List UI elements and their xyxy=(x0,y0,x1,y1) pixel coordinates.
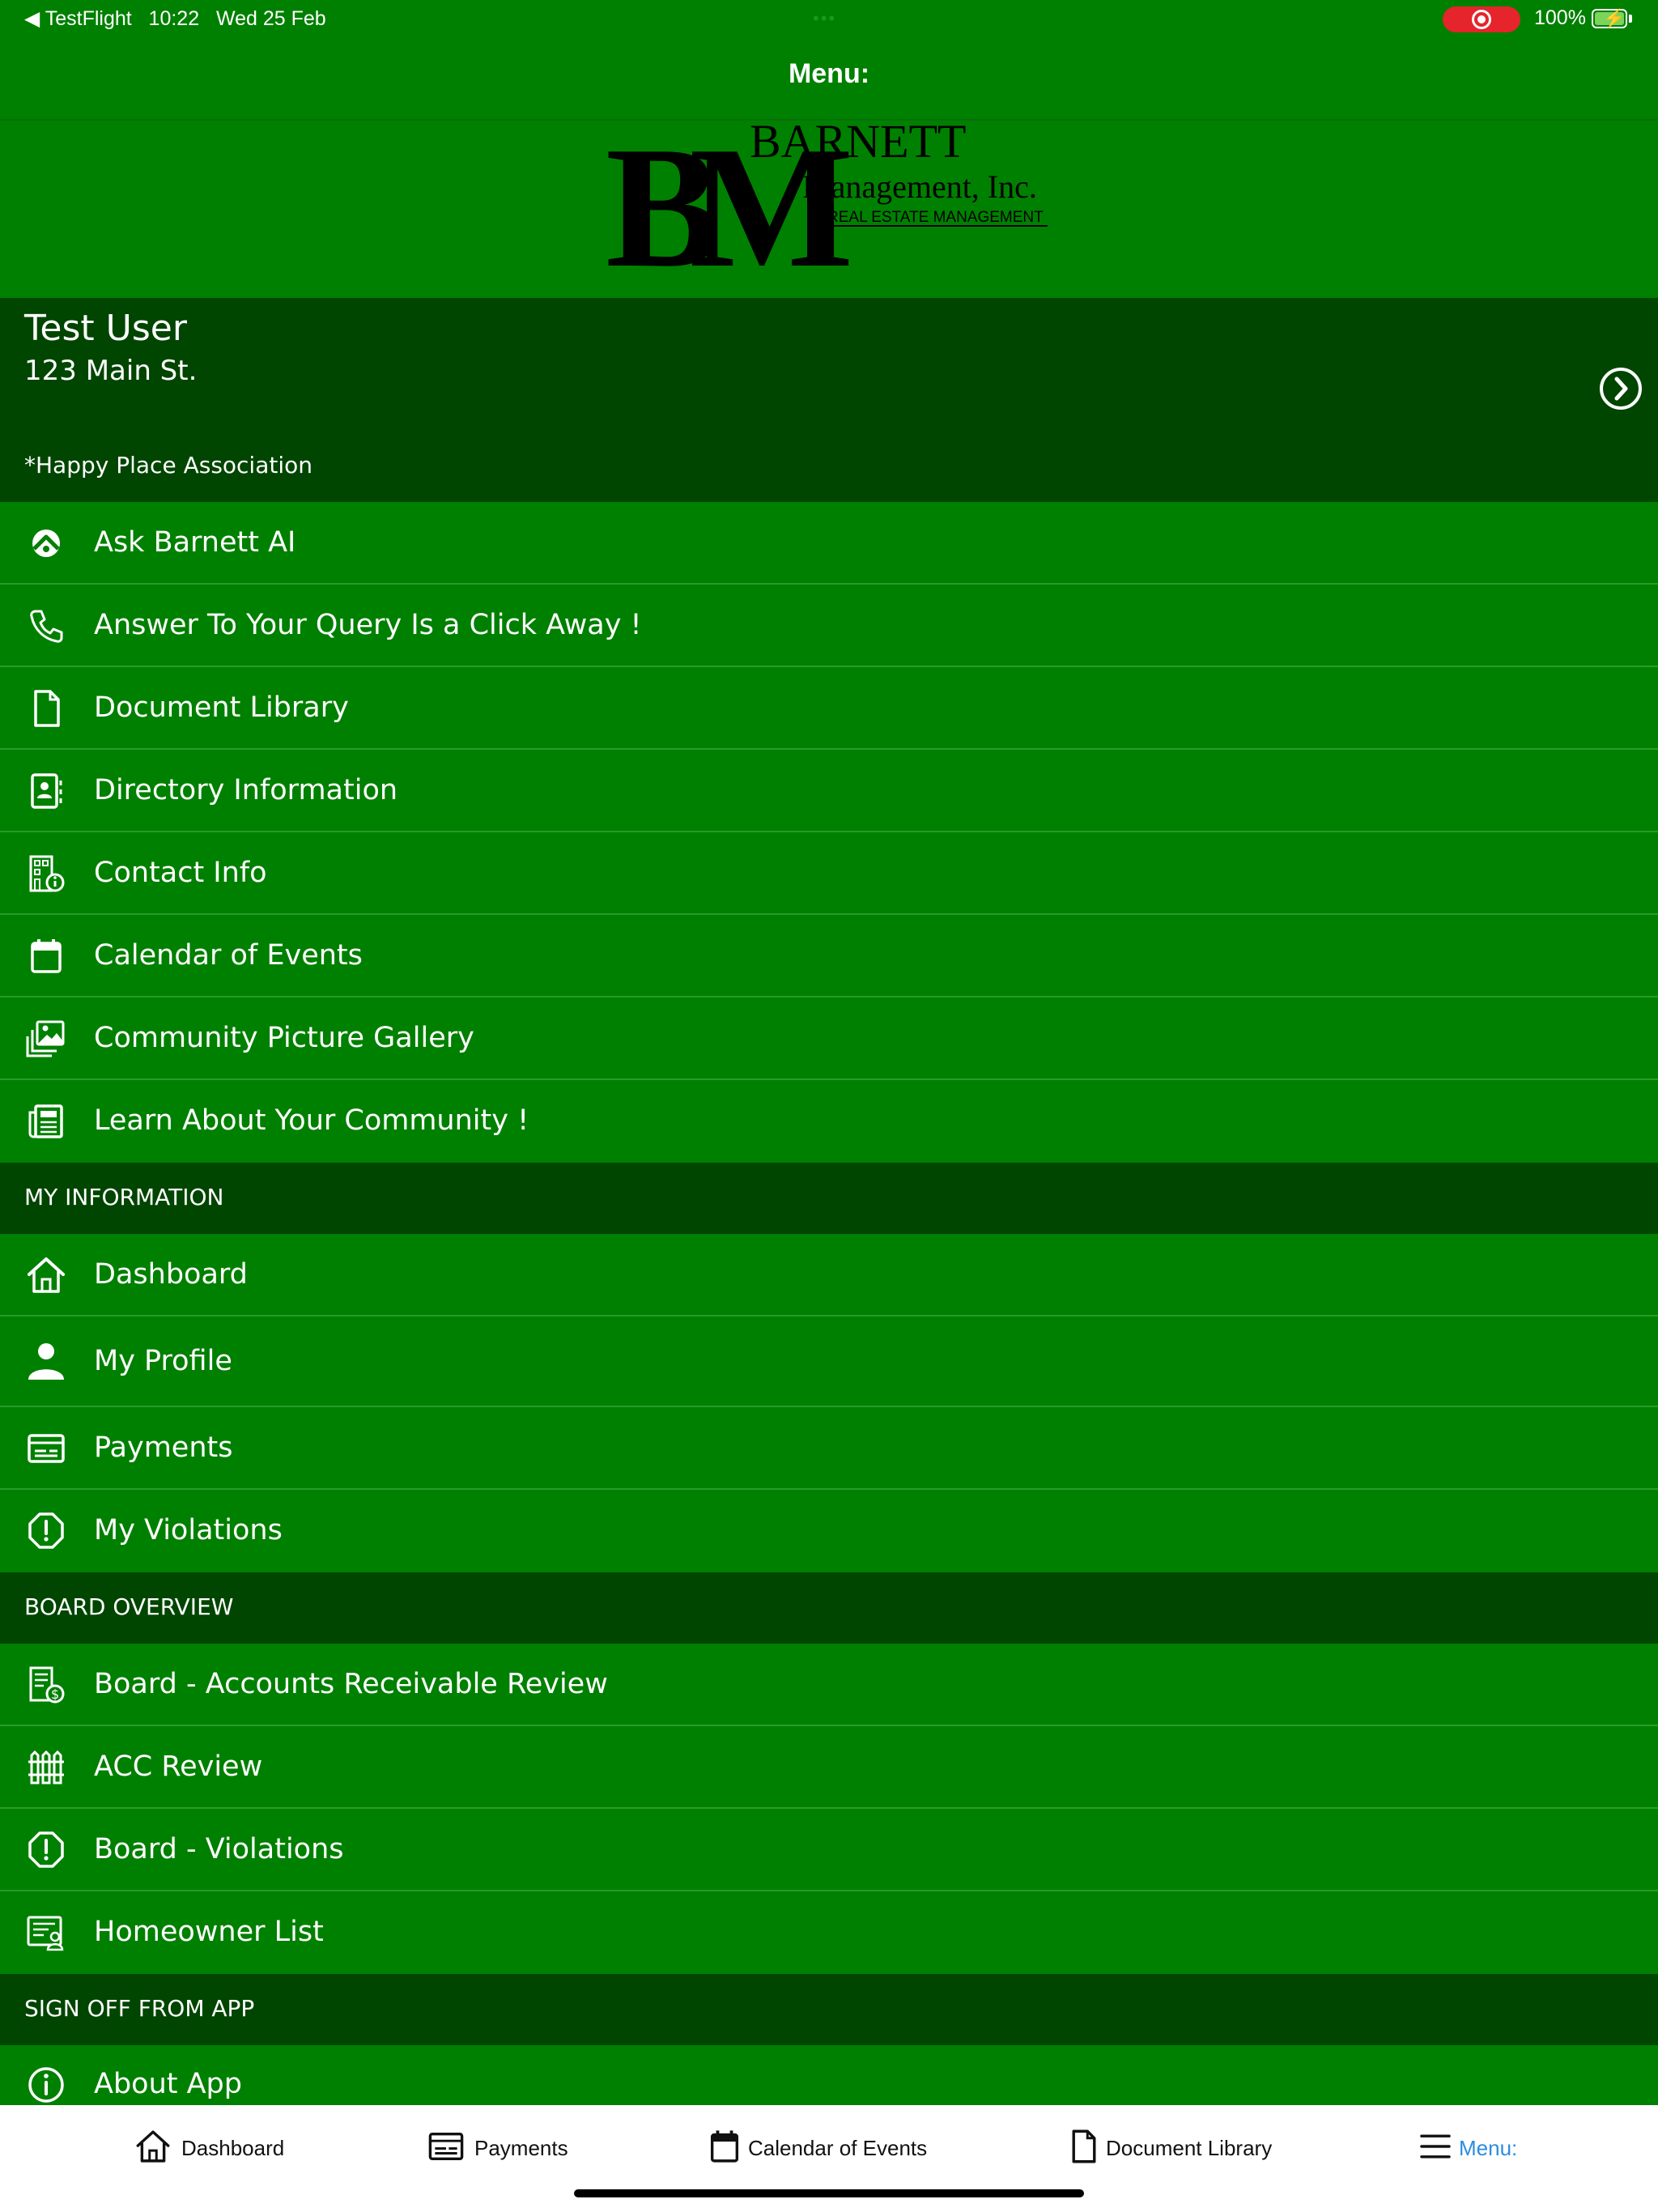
menu-item-answer-query[interactable]: Answer To Your Query Is a Click Away ! xyxy=(0,585,1658,667)
homeowner-list-icon xyxy=(27,1916,64,1951)
menu-item-label: Payments xyxy=(94,1431,233,1464)
calendar-icon xyxy=(710,2130,739,2163)
menu-item-label: Board - Violations xyxy=(94,1833,344,1865)
section-title: *Happy Place Association xyxy=(24,452,313,479)
multitask-dots-icon[interactable]: ••• xyxy=(813,8,836,29)
page-title: Menu: xyxy=(788,58,870,89)
menu-item-ask-barnett-ai[interactable]: Ask Barnett AI xyxy=(0,502,1658,585)
menu-item-label: Homeowner List xyxy=(94,1916,324,1948)
payment-card-icon xyxy=(28,1434,65,1463)
building-info-icon xyxy=(29,855,65,892)
section-header-my-information: MY INFORMATION xyxy=(0,1163,1658,1234)
menu-item-board-violations[interactable]: Board - Violations xyxy=(0,1809,1658,1891)
user-name: Test User xyxy=(24,308,187,349)
status-bar: ◀ TestFlight 10:22 Wed 25 Feb ••• 100% ⚡ xyxy=(0,0,1658,39)
menu-item-directory-information[interactable]: Directory Information xyxy=(0,750,1658,832)
menu-item-label: ACC Review xyxy=(94,1750,263,1783)
calendar-icon xyxy=(31,939,62,973)
menu-item-label: Contact Info xyxy=(94,857,267,889)
section-header-sign-off: SIGN OFF FROM APP xyxy=(0,1974,1658,2045)
document-icon xyxy=(1072,2129,1096,2163)
ai-icon xyxy=(32,530,60,557)
menu-item-accounts-receivable-review[interactable]: $ Board - Accounts Receivable Review xyxy=(0,1644,1658,1726)
fence-icon xyxy=(28,1750,64,1784)
hamburger-menu-icon xyxy=(1420,2134,1451,2159)
newspaper-icon xyxy=(28,1104,63,1138)
section-title: BOARD OVERVIEW xyxy=(24,1593,234,1620)
status-time: 10:22 xyxy=(148,7,200,30)
user-panel[interactable] xyxy=(0,298,1658,431)
status-left[interactable]: ◀ TestFlight 10:22 Wed 25 Feb xyxy=(24,6,326,31)
menu-item-community-picture-gallery[interactable]: Community Picture Gallery xyxy=(0,998,1658,1080)
menu-item-dashboard[interactable]: Dashboard xyxy=(0,1234,1658,1317)
menu-item-label: About App xyxy=(94,2068,242,2100)
section-header-association: *Happy Place Association xyxy=(0,431,1658,502)
menu-item-label: Community Picture Gallery xyxy=(94,1022,474,1054)
tab-label: Document Library xyxy=(1106,2136,1273,2160)
tab-label: Dashboard xyxy=(181,2136,285,2160)
menu-item-label: My Violations xyxy=(94,1514,283,1546)
menu-item-label: Directory Information xyxy=(94,774,398,806)
menu-item-document-library[interactable]: Document Library xyxy=(0,667,1658,750)
menu-item-label: Answer To Your Query Is a Click Away ! xyxy=(94,609,642,641)
document-icon xyxy=(34,690,60,727)
user-address: 123 Main St. xyxy=(24,355,198,387)
battery-icon: ⚡ xyxy=(1592,8,1627,28)
logo-tagline: REAL ESTATE MANAGEMENT xyxy=(827,209,1044,226)
menu-item-about-app[interactable]: About App xyxy=(0,2045,1658,2105)
chevron-right-circle-icon[interactable] xyxy=(1599,367,1643,410)
gallery-icon xyxy=(26,1020,65,1057)
menu-item-label: Dashboard xyxy=(94,1258,248,1291)
menu-item-label: Ask Barnett AI xyxy=(94,526,296,559)
menu-item-label: Document Library xyxy=(94,691,349,724)
menu-item-label: Calendar of Events xyxy=(94,939,363,972)
menu-item-label: Learn About Your Community ! xyxy=(94,1104,529,1137)
menu-item-label: Board - Accounts Receivable Review xyxy=(94,1668,608,1700)
battery-percent: 100% xyxy=(1534,6,1586,29)
battery-tip xyxy=(1629,15,1632,23)
menu-item-learn-about-community[interactable]: Learn About Your Community ! xyxy=(0,1080,1658,1163)
home-indicator[interactable] xyxy=(574,2189,1084,2197)
menu-item-homeowner-list[interactable]: Homeowner List xyxy=(0,1891,1658,1974)
info-icon xyxy=(28,2067,64,2103)
tab-label: Payments xyxy=(474,2136,568,2160)
tab-label: Menu: xyxy=(1459,2136,1518,2160)
receivable-icon: $ xyxy=(29,1666,65,1704)
person-icon xyxy=(28,1343,64,1380)
section-title: SIGN OFF FROM APP xyxy=(24,1995,255,2022)
payment-card-icon xyxy=(428,2132,464,2161)
alert-icon xyxy=(28,1512,64,1549)
menu-item-contact-info[interactable]: Contact Info xyxy=(0,832,1658,915)
home-icon xyxy=(28,1257,65,1293)
svg-text:$: $ xyxy=(51,1687,59,1702)
tab-label: Calendar of Events xyxy=(748,2136,928,2160)
alert-icon xyxy=(28,1831,64,1868)
status-date: Wed 25 Feb xyxy=(215,7,326,30)
menu-item-calendar-of-events[interactable]: Calendar of Events xyxy=(0,915,1658,998)
contact-card-icon xyxy=(31,773,62,809)
menu-item-my-violations[interactable]: My Violations xyxy=(0,1490,1658,1572)
menu-item-label: My Profile xyxy=(94,1345,232,1377)
barnett-logo: BM BARNETT Management, Inc. REAL ESTATE … xyxy=(606,120,1048,282)
menu-item-payments[interactable]: Payments xyxy=(0,1407,1658,1490)
logo-line1: BARNETT xyxy=(750,120,966,168)
phone-icon xyxy=(30,610,63,643)
section-header-board-overview: BOARD OVERVIEW xyxy=(0,1572,1658,1644)
menu-item-acc-review[interactable]: ACC Review xyxy=(0,1726,1658,1809)
logo-line2: Management, Inc. xyxy=(802,168,1037,205)
section-title: MY INFORMATION xyxy=(24,1184,224,1210)
back-to-app-link[interactable]: ◀ TestFlight xyxy=(24,7,132,30)
screen-recording-icon[interactable] xyxy=(1443,6,1520,32)
home-icon xyxy=(136,2130,170,2163)
menu-item-my-profile[interactable]: My Profile xyxy=(0,1317,1658,1407)
